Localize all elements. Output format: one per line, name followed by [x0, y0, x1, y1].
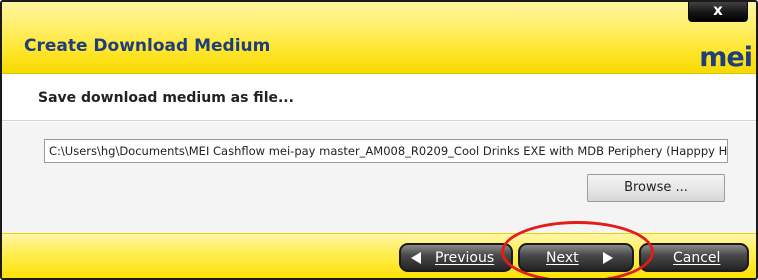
title-bar: Create Download Medium x mei	[2, 2, 756, 74]
mei-logo: mei	[699, 42, 753, 73]
footer-bar: Previous Next Cancel	[2, 233, 756, 278]
arrow-right-icon	[602, 251, 613, 264]
previous-button[interactable]: Previous	[399, 243, 513, 272]
next-label: Next	[546, 249, 579, 266]
cancel-button[interactable]: Cancel	[639, 243, 749, 272]
window-title: Create Download Medium	[24, 36, 271, 56]
create-download-medium-dialog: Create Download Medium x mei Save downlo…	[0, 0, 758, 280]
previous-label: Previous	[435, 249, 495, 266]
cancel-label: Cancel	[673, 249, 721, 266]
browse-button[interactable]: Browse ...	[587, 174, 725, 202]
section-title: Save download medium as file...	[38, 90, 294, 106]
content-area: C:\Users\hg\Documents\MEI Cashflow mei-p…	[2, 122, 756, 233]
file-path-input[interactable]: C:\Users\hg\Documents\MEI Cashflow mei-p…	[44, 139, 728, 163]
section-header: Save download medium as file...	[2, 75, 756, 121]
next-button[interactable]: Next	[518, 243, 634, 272]
close-button[interactable]: x	[688, 2, 748, 22]
arrow-left-icon	[411, 251, 421, 264]
